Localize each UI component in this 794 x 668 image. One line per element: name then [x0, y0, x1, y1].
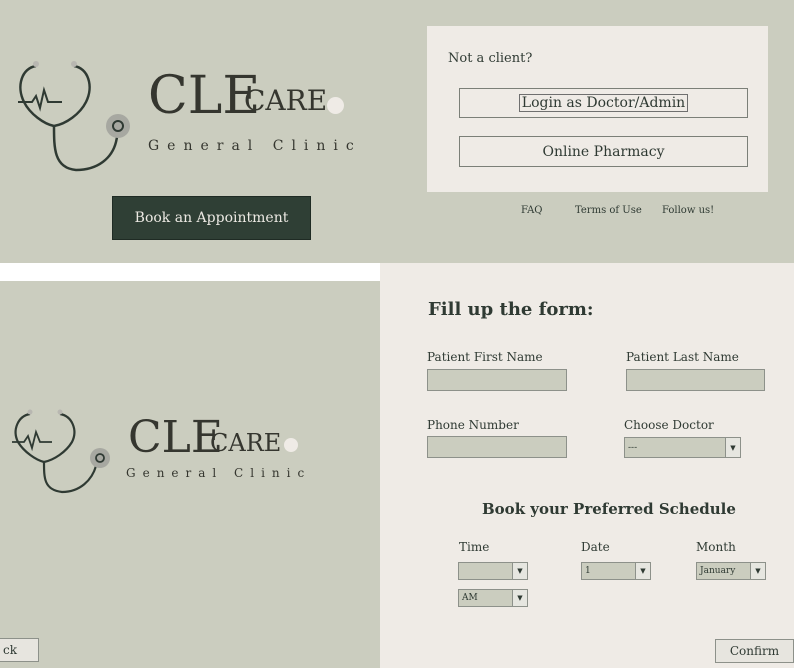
logo-care-2: CARE	[210, 429, 282, 457]
follow-us-link[interactable]: Follow us!	[662, 205, 714, 216]
date-label: Date	[581, 540, 610, 554]
chevron-down-icon: ▼	[512, 590, 527, 606]
logo-dot	[327, 97, 344, 114]
not-client-text: Not a client?	[448, 51, 533, 66]
doctor-select-value: ---	[628, 442, 638, 453]
last-name-input[interactable]	[626, 369, 765, 391]
date-select[interactable]: 1 ▼	[581, 562, 651, 580]
time-label: Time	[459, 540, 490, 554]
doctor-label: Choose Doctor	[624, 418, 714, 432]
pharmacy-button-label: Online Pharmacy	[542, 143, 665, 160]
online-pharmacy-button[interactable]: Online Pharmacy	[459, 136, 748, 167]
chevron-down-icon: ▼	[635, 563, 650, 579]
month-label: Month	[696, 540, 736, 554]
month-select-value: January	[700, 566, 736, 576]
time-select[interactable]: ▼	[458, 562, 528, 580]
logo-care: CARE	[244, 84, 328, 117]
chevron-down-icon: ▼	[512, 563, 527, 579]
phone-label: Phone Number	[427, 418, 519, 432]
book-appointment-button[interactable]: Book an Appointment	[112, 196, 311, 240]
faq-link[interactable]: FAQ	[521, 205, 543, 216]
month-select[interactable]: January ▼	[696, 562, 766, 580]
logo-subtitle-2: General Clinic	[126, 466, 312, 480]
ampm-select[interactable]: AM ▼	[458, 589, 528, 607]
first-name-input[interactable]	[427, 369, 567, 391]
login-button[interactable]: Login as Doctor/Admin	[459, 88, 748, 118]
confirm-button[interactable]: Confirm	[715, 639, 794, 663]
chevron-down-icon: ▼	[725, 438, 740, 457]
schedule-title: Book your Preferred Schedule	[482, 500, 736, 518]
form-title: Fill up the form:	[428, 299, 594, 320]
logo-dot-2	[284, 438, 298, 452]
date-select-value: 1	[585, 566, 591, 576]
ampm-select-value: AM	[462, 593, 478, 603]
doctor-select[interactable]: --- ▼	[624, 437, 741, 458]
login-button-label: Login as Doctor/Admin	[518, 94, 689, 112]
logo-subtitle: General Clinic	[148, 138, 362, 154]
stethoscope-icon-2	[12, 409, 110, 494]
logo-cle-2: CLE	[128, 412, 224, 463]
first-name-label: Patient First Name	[427, 350, 543, 364]
last-name-label: Patient Last Name	[626, 350, 739, 364]
form-panel	[380, 263, 794, 668]
terms-link[interactable]: Terms of Use	[575, 205, 642, 216]
chevron-down-icon: ▼	[750, 563, 765, 579]
stethoscope-icon	[18, 61, 130, 172]
phone-input[interactable]	[427, 436, 567, 458]
back-button[interactable]: ck	[0, 638, 39, 662]
